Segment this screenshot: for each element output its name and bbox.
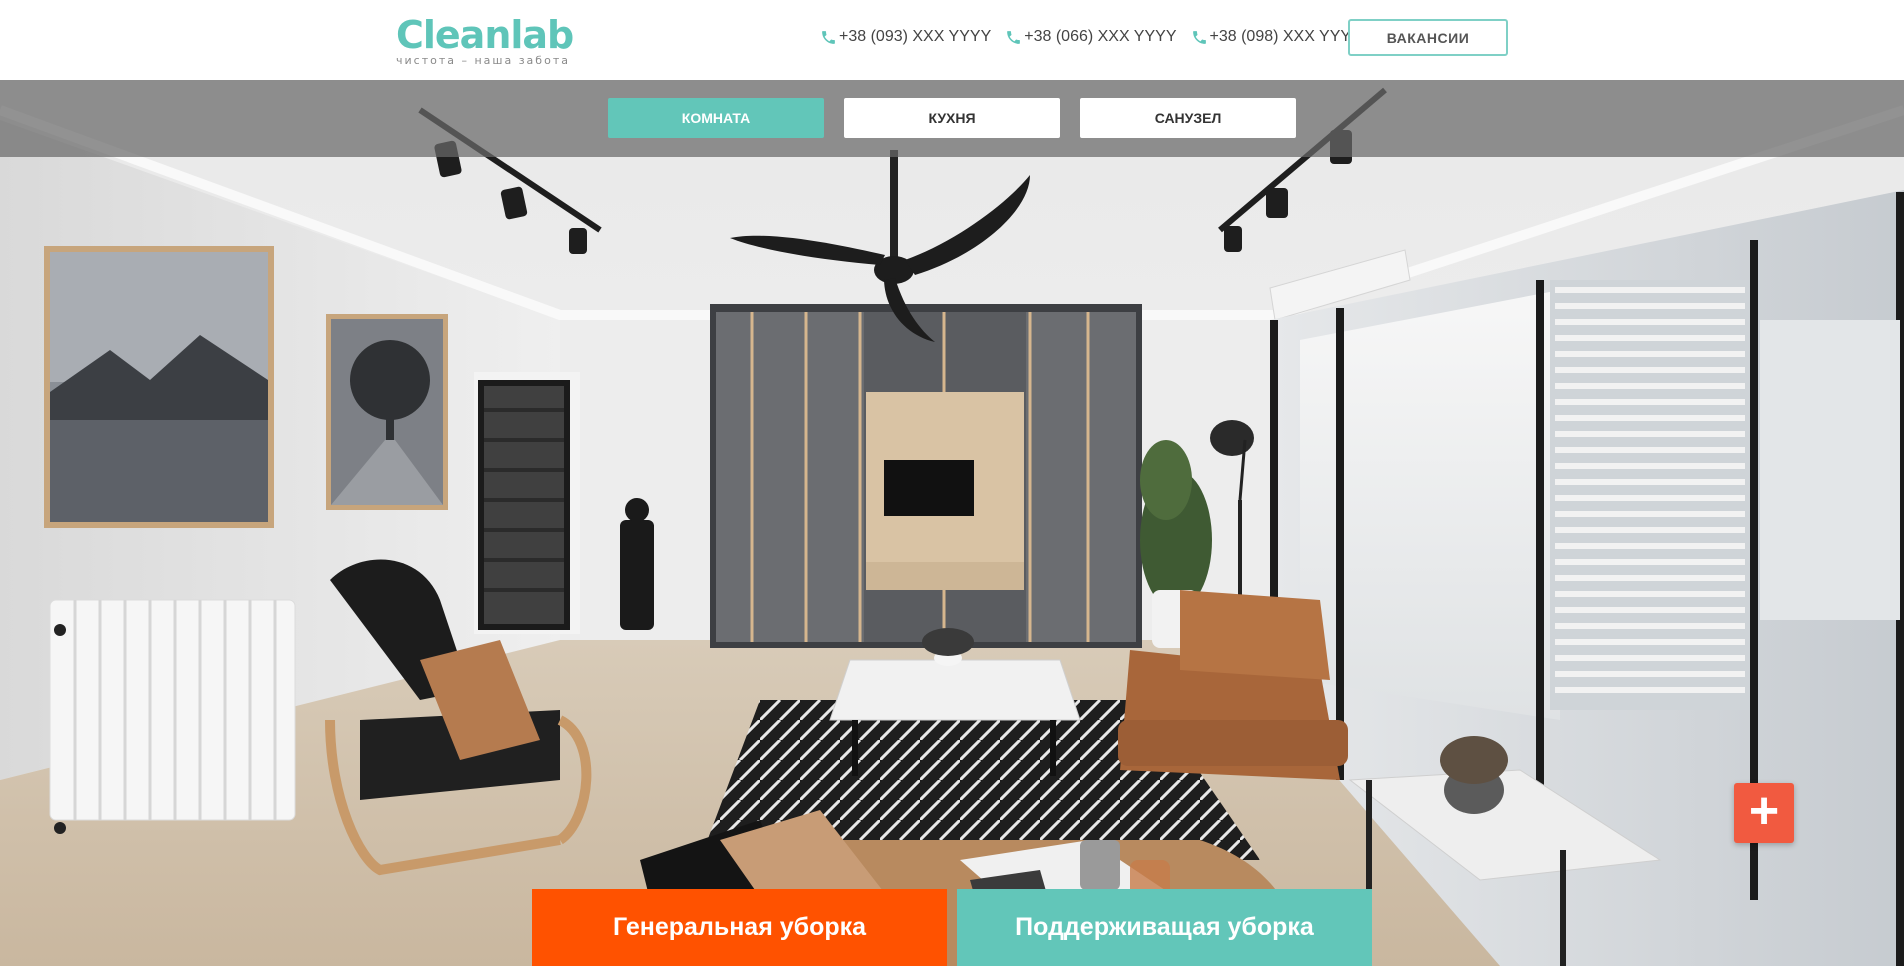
logo-tagline: чистота – наша забота — [396, 54, 570, 67]
general-cleaning-button[interactable]: Генеральная уборка — [532, 889, 947, 966]
tab-bathroom[interactable]: САНУЗЕЛ — [1080, 98, 1296, 138]
tab-room[interactable]: КОМНАТА — [608, 98, 824, 138]
phone-number: +38 (098) XXX YYYY — [1209, 28, 1362, 45]
maintenance-cleaning-button[interactable]: Поддерживащая уборка — [957, 889, 1372, 966]
phone-icon — [1192, 30, 1206, 44]
logo[interactable]: Cleanlab чистота – наша забота — [396, 13, 574, 67]
phone-link-2[interactable]: +38 (066) XXX YYYY — [1005, 28, 1177, 46]
phone-number: +38 (066) XXX YYYY — [1024, 28, 1177, 45]
tab-kitchen[interactable]: КУХНЯ — [844, 98, 1060, 138]
phone-icon — [1007, 30, 1021, 44]
living-room-photo — [0, 80, 1904, 966]
phone-number: +38 (093) XXX YYYY — [839, 28, 992, 45]
phone-link-1[interactable]: +38 (093) XXX YYYY — [820, 28, 991, 46]
logo-name: Cleanlab — [396, 13, 574, 57]
plus-icon: + — [1748, 782, 1780, 840]
phone-icon — [822, 30, 835, 44]
add-button[interactable]: + — [1734, 783, 1794, 843]
phone-list: +38 (093) XXX YYYY +38 (066) XXX YYYY +3… — [820, 28, 1362, 46]
vacancies-button[interactable]: ВАКАНСИИ — [1348, 19, 1508, 56]
site-header: Cleanlab чистота – наша забота +38 (093)… — [0, 0, 1904, 80]
hero-section: КОМНАТА КУХНЯ САНУЗЕЛ + Генеральная убор… — [0, 80, 1904, 966]
room-tabs: КОМНАТА КУХНЯ САНУЗЕЛ — [0, 80, 1904, 157]
phone-link-3[interactable]: +38 (098) XXX YYYY — [1191, 28, 1362, 46]
